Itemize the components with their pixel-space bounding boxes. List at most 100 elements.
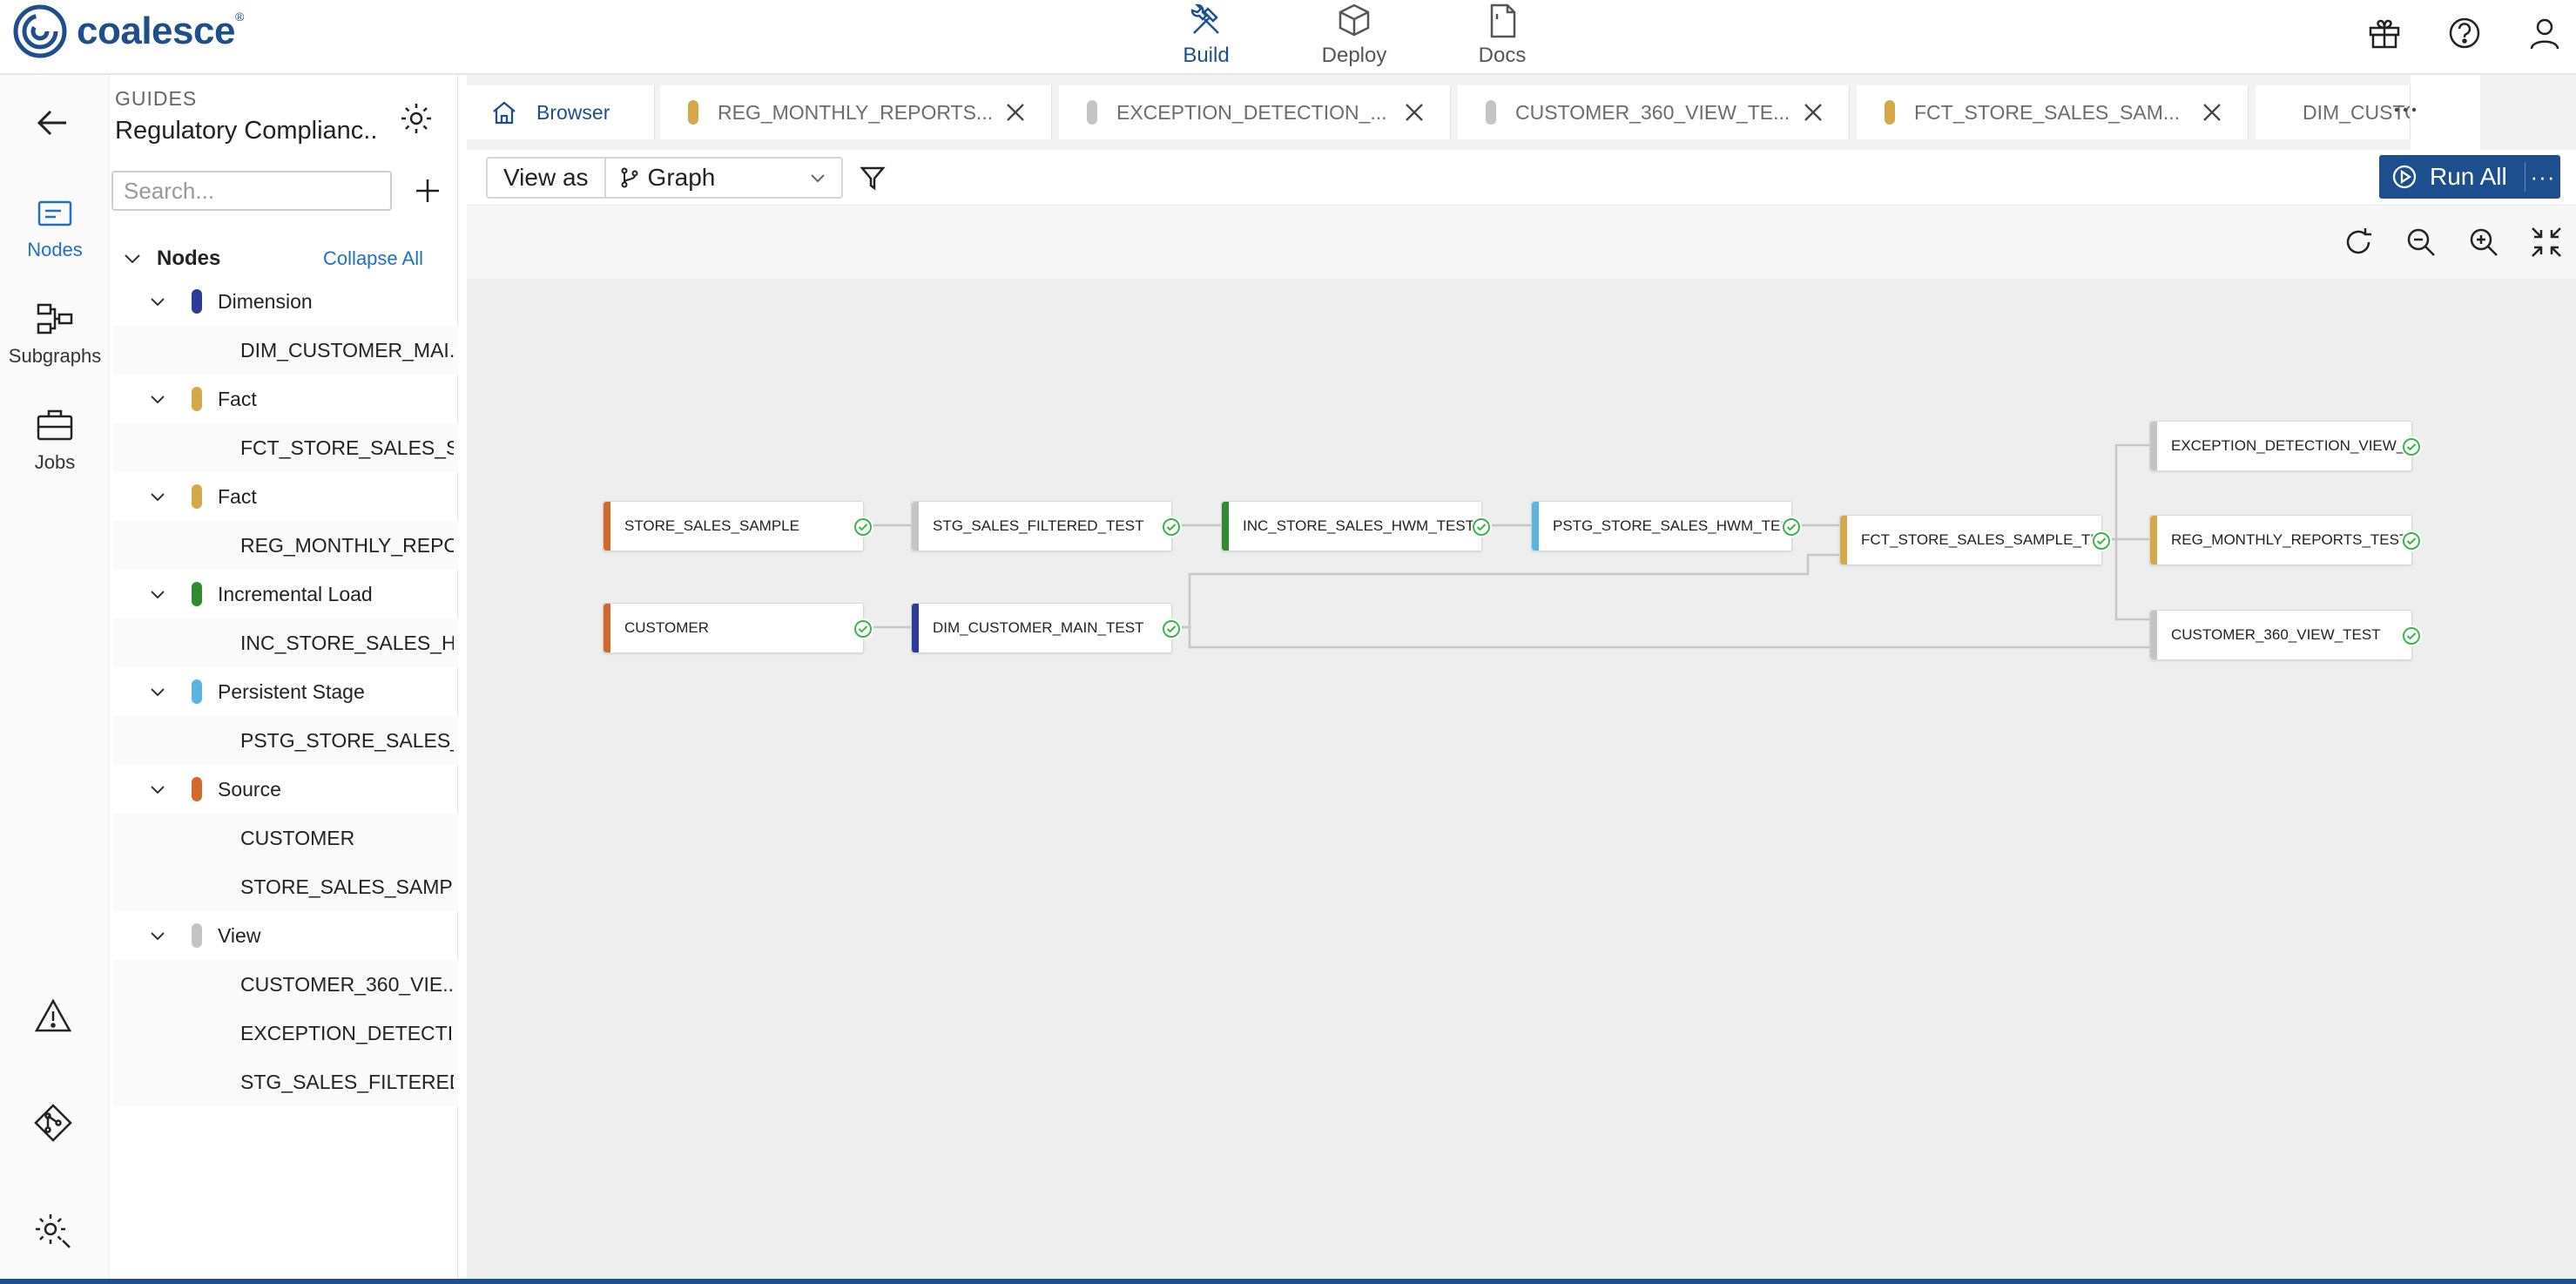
- gift-icon[interactable]: [2365, 14, 2404, 52]
- tab-customer-360-view[interactable]: CUSTOMER_360_VIEW_TE...: [1458, 85, 1850, 139]
- tab-fct-store-sales[interactable]: FCT_STORE_SALES_SAM...: [1857, 85, 2249, 139]
- tree-group[interactable]: Fact: [113, 375, 458, 423]
- rail-subgraphs[interactable]: Subgraphs: [0, 300, 110, 368]
- node-label: EXCEPTION_DETECTION_VIEW_...: [2171, 437, 2418, 454]
- warning-icon[interactable]: [33, 997, 73, 1037]
- tree-node-label: CUSTOMER: [240, 826, 355, 849]
- tab-reg-monthly-reports[interactable]: REG_MONTHLY_REPORTS...: [660, 85, 1052, 139]
- nodes-icon: [37, 200, 72, 226]
- graph-node[interactable]: STG_SALES_FILTERED_TEST: [911, 501, 1182, 551]
- success-check-icon: [2401, 436, 2422, 457]
- node-type-bar: [2150, 516, 2157, 564]
- node-type-swatch: [192, 679, 202, 704]
- tree-node-item[interactable]: DIM_CUSTOMER_MAI...: [113, 326, 458, 375]
- chevron-down-icon: [151, 932, 165, 941]
- project-title[interactable]: Regulatory Complianc...: [115, 117, 376, 145]
- node-label: STORE_SALES_SAMPLE: [624, 517, 799, 534]
- graph-node[interactable]: DIM_CUSTOMER_MAIN_TEST: [911, 603, 1182, 653]
- tree-node-item[interactable]: CUSTOMER_360_VIE...: [113, 960, 458, 1009]
- tree-group[interactable]: Source: [113, 765, 458, 814]
- view-as-value: Graph: [647, 164, 716, 191]
- node-type-bar: [912, 604, 919, 652]
- node-label: STG_SALES_FILTERED_TEST: [933, 517, 1144, 534]
- refresh-icon[interactable]: [2341, 225, 2376, 260]
- close-icon[interactable]: [1403, 101, 1426, 124]
- graph-node[interactable]: CUSTOMER: [603, 603, 873, 653]
- coalesce-logo-icon: [13, 4, 67, 58]
- tree-node-item[interactable]: FCT_STORE_SALES_S...: [113, 423, 458, 472]
- success-check-icon: [2091, 530, 2112, 551]
- graph-node[interactable]: FCT_STORE_SALES_SAMPLE_TE...: [1839, 515, 2113, 565]
- gear-icon[interactable]: [399, 101, 434, 136]
- node-type-bar: [1532, 502, 1539, 551]
- node-type-swatch: [192, 582, 202, 606]
- success-check-icon: [1161, 517, 1182, 537]
- zoom-in-icon[interactable]: [2466, 225, 2501, 260]
- tab-color-swatch: [1087, 100, 1097, 125]
- tab-browser[interactable]: Browser: [467, 85, 655, 139]
- settings-icon[interactable]: [33, 1209, 73, 1249]
- run-all-label: Run All: [2430, 163, 2507, 190]
- tree-group[interactable]: Incremental Load: [113, 570, 458, 618]
- tree-node-item[interactable]: STORE_SALES_SAMPLE: [113, 862, 458, 911]
- tab-label: FCT_STORE_SALES_SAM...: [1914, 100, 2181, 124]
- left-rail: Nodes Subgraphs Jobs: [0, 75, 110, 1284]
- success-check-icon: [1161, 618, 1182, 639]
- user-icon[interactable]: [2525, 14, 2564, 52]
- tree-node-item[interactable]: REG_MONTHLY_REPO...: [113, 521, 458, 570]
- fit-view-icon[interactable]: [2529, 225, 2564, 260]
- tree-group[interactable]: Persistent Stage: [113, 667, 458, 716]
- graph-node[interactable]: REG_MONTHLY_REPORTS_TEST: [2149, 515, 2422, 565]
- view-as-dropdown[interactable]: Graph: [618, 164, 841, 192]
- collapse-all-link[interactable]: Collapse All: [323, 247, 423, 270]
- add-icon[interactable]: [413, 176, 442, 206]
- search-input[interactable]: [111, 171, 392, 211]
- more-tabs-icon[interactable]: [2388, 98, 2423, 132]
- nav-build[interactable]: Build: [1132, 0, 1280, 75]
- tree-header[interactable]: Nodes Collapse All: [113, 237, 458, 280]
- help-icon[interactable]: [2445, 14, 2484, 52]
- rail-nodes[interactable]: Nodes: [0, 193, 110, 261]
- brand-reg-mark: ®: [234, 10, 245, 24]
- node-type-swatch: [192, 289, 202, 314]
- back-arrow-icon[interactable]: [31, 101, 75, 145]
- rail-jobs[interactable]: Jobs: [0, 406, 110, 474]
- chevron-down-icon: [151, 786, 165, 794]
- graph-canvas[interactable]: [467, 206, 2576, 1284]
- filter-icon[interactable]: [859, 164, 887, 192]
- close-icon[interactable]: [1004, 101, 1027, 124]
- tree-group[interactable]: Fact: [113, 472, 458, 521]
- node-label: INC_STORE_SALES_HWM_TEST: [1243, 517, 1475, 534]
- view-as-select[interactable]: View as Graph: [486, 157, 843, 199]
- graph-node[interactable]: INC_STORE_SALES_HWM_TEST: [1221, 501, 1492, 551]
- git-icon[interactable]: [33, 1103, 73, 1143]
- tab-exception-detection[interactable]: EXCEPTION_DETECTION_...: [1059, 85, 1451, 139]
- zoom-out-icon[interactable]: [2404, 225, 2438, 260]
- tree-node-item[interactable]: EXCEPTION_DETECTI...: [113, 1009, 458, 1058]
- success-check-icon: [853, 618, 873, 639]
- rail-nodes-label: Nodes: [27, 239, 83, 260]
- run-all-button[interactable]: Run All ···: [2379, 155, 2560, 199]
- tree-node-item[interactable]: INC_STORE_SALES_H...: [113, 618, 458, 667]
- tree-group[interactable]: View: [113, 911, 458, 960]
- graph-node[interactable]: PSTG_STORE_SALES_HWM_TEST: [1531, 501, 1802, 551]
- nav-deploy[interactable]: Deploy: [1280, 0, 1428, 75]
- graph-node[interactable]: STORE_SALES_SAMPLE: [603, 501, 873, 551]
- tree-node-item[interactable]: PSTG_STORE_SALES_...: [113, 716, 458, 765]
- coalesce-logo[interactable]: coalesce®: [12, 3, 244, 59]
- tree-node-item[interactable]: CUSTOMER: [113, 814, 458, 862]
- subgraphs-icon: [37, 303, 73, 335]
- run-all-more-button[interactable]: ···: [2525, 164, 2560, 191]
- nav-docs[interactable]: Docs: [1428, 0, 1576, 75]
- graph-node[interactable]: EXCEPTION_DETECTION_VIEW_...: [2149, 421, 2422, 471]
- tree-group[interactable]: Dimension: [113, 277, 458, 326]
- graph-node[interactable]: CUSTOMER_360_VIEW_TEST: [2149, 610, 2422, 660]
- close-icon[interactable]: [1802, 101, 1824, 124]
- tab-label: Browser: [536, 100, 610, 124]
- close-icon[interactable]: [2201, 101, 2223, 124]
- node-type-bar: [604, 604, 610, 652]
- node-label: REG_MONTHLY_REPORTS_TEST: [2171, 531, 2409, 548]
- nodes-panel: GUIDES Regulatory Complianc... Nodes Col…: [110, 75, 458, 1284]
- tree-node-item[interactable]: STG_SALES_FILTERED...: [113, 1058, 458, 1106]
- tree-header-label: Nodes: [157, 247, 221, 270]
